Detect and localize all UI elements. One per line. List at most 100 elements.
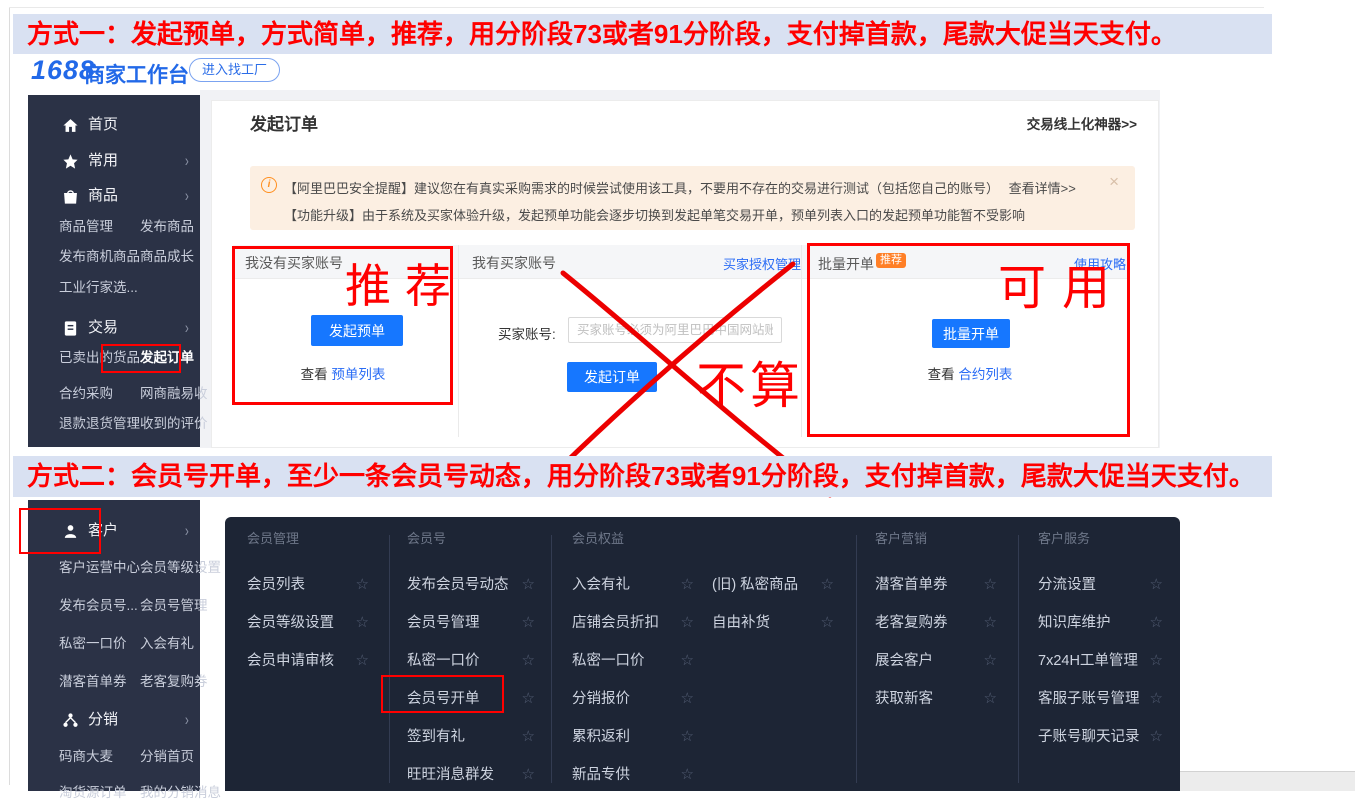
favorite-star-icon[interactable]: ☆ (522, 756, 535, 794)
favorite-star-icon[interactable]: ☆ (522, 566, 535, 604)
red-box-annotation-launch-order (101, 344, 181, 373)
sidebar-link[interactable]: 会员等级设置 (140, 553, 221, 583)
megamenu-item[interactable]: 展会客户☆ (875, 642, 997, 680)
megamenu-item[interactable]: 知识库维护☆ (1038, 604, 1163, 642)
sidebar-item-trade[interactable]: 交易 › (28, 313, 200, 343)
find-factory-link[interactable]: 进入找工厂 (189, 58, 280, 82)
favorite-star-icon[interactable]: ☆ (1150, 566, 1163, 604)
sidebar-link[interactable]: 商品管理 (59, 212, 113, 242)
favorite-star-icon[interactable]: ☆ (821, 604, 834, 642)
favorite-star-icon[interactable]: ☆ (984, 642, 997, 680)
megamenu-item[interactable]: 分销报价☆ (572, 680, 694, 718)
megamenu-item[interactable]: 累积返利☆ (572, 718, 694, 756)
favorite-star-icon[interactable]: ☆ (984, 604, 997, 642)
sidebar-item-distribution[interactable]: 分销 › (28, 705, 200, 735)
sidebar-link[interactable]: 私密一口价 (59, 629, 127, 659)
annotation-not-count: 不算 (696, 346, 804, 418)
megamenu-item[interactable]: 客服子账号管理☆ (1038, 680, 1163, 718)
sidebar-link[interactable]: 会员号管理 (140, 591, 208, 621)
megamenu-item[interactable]: 签到有礼☆ (407, 718, 535, 756)
megamenu-item[interactable]: 会员等级设置☆ (247, 604, 369, 642)
annotation-banner-method1: 方式一：发起预单，方式简单，推荐，用分阶段73或者91分阶段，支付掉首款，尾款大… (13, 14, 1272, 54)
buyer-auth-link[interactable]: 买家授权管理 (723, 254, 801, 273)
megamenu-item[interactable]: 旺旺消息群发☆ (407, 756, 535, 794)
favorite-star-icon[interactable]: ☆ (681, 756, 694, 794)
megamenu-item[interactable]: 私密一口价☆ (572, 642, 694, 680)
favorite-star-icon[interactable]: ☆ (681, 604, 694, 642)
megamenu-item[interactable]: 会员列表☆ (247, 566, 369, 604)
favorite-star-icon[interactable]: ☆ (681, 680, 694, 718)
sidebar-link[interactable]: 淘货源订单 (59, 778, 127, 808)
close-icon[interactable]: × (1109, 172, 1119, 192)
favorite-star-icon[interactable]: ☆ (1150, 604, 1163, 642)
sidebar-link[interactable]: 合约采购 (59, 379, 113, 409)
megamenu-item[interactable]: 会员申请审核☆ (247, 642, 369, 680)
megamenu-item[interactable]: 潜客首单券☆ (875, 566, 997, 604)
megamenu-item[interactable]: 子账号聊天记录☆ (1038, 718, 1163, 756)
megamenu-item[interactable]: 会员号管理☆ (407, 604, 535, 642)
sidebar-item-favorites[interactable]: 常用 › (28, 146, 200, 176)
megamenu-item[interactable]: 发布会员号动态☆ (407, 566, 535, 604)
favorite-star-icon[interactable]: ☆ (356, 642, 369, 680)
trade-online-tool-link[interactable]: 交易线上化神器>> (1027, 113, 1137, 133)
sidebar-top: 首页 常用 › 商品 › 商品管理 发布商品 发布商机商品 商品成长 工业行家选… (28, 95, 200, 447)
sidebar-link[interactable]: 网商融易收 (140, 379, 208, 409)
megamenu-item[interactable]: 7x24H工单管理☆ (1038, 642, 1163, 680)
sidebar-link[interactable]: 潜客首单券 (59, 667, 127, 697)
megamenu-divider (551, 535, 552, 783)
sidebar-link[interactable]: 老客复购券 (140, 667, 208, 697)
sidebar-link[interactable]: 退款退货管理 (59, 409, 140, 439)
sidebar-link[interactable]: 分销首页 (140, 742, 194, 772)
sidebar-link[interactable]: 收到的评价 (140, 409, 208, 439)
sidebar-link[interactable]: 入会有礼 (140, 629, 194, 659)
sidebar-item-home[interactable]: 首页 (28, 110, 200, 140)
buyer-account-input[interactable] (568, 317, 782, 343)
chevron-right-icon: › (185, 181, 189, 211)
favorite-star-icon[interactable]: ☆ (1150, 680, 1163, 718)
favorite-star-icon[interactable]: ☆ (1150, 718, 1163, 756)
favorite-star-icon[interactable]: ☆ (356, 566, 369, 604)
sidebar-link[interactable]: 我的分销消息 (140, 778, 221, 808)
megamenu-item[interactable]: 入会有礼☆ (572, 566, 694, 604)
red-box-annotation-customer (19, 508, 101, 554)
info-icon: i (261, 177, 277, 193)
favorite-star-icon[interactable]: ☆ (522, 680, 535, 718)
favorite-star-icon[interactable]: ☆ (1150, 642, 1163, 680)
annotation-recommend: 推荐 (345, 250, 465, 316)
sidebar-link[interactable]: 码商大麦 (59, 742, 113, 772)
favorite-star-icon[interactable]: ☆ (984, 680, 997, 718)
megamenu-item[interactable]: 老客复购券☆ (875, 604, 997, 642)
star-icon (62, 153, 79, 170)
megamenu-item[interactable]: 自由补货☆ (712, 604, 834, 642)
favorite-star-icon[interactable]: ☆ (984, 566, 997, 604)
sidebar-link[interactable]: 发布商机商品 (59, 242, 140, 272)
sidebar-link[interactable]: 发布会员号... (59, 591, 138, 621)
megamenu-item[interactable]: 店铺会员折扣☆ (572, 604, 694, 642)
chevron-right-icon: › (185, 146, 189, 176)
panel2-title: 我有买家账号 (472, 253, 556, 273)
megamenu-item[interactable]: 分流设置☆ (1038, 566, 1163, 604)
favorite-star-icon[interactable]: ☆ (356, 604, 369, 642)
sidebar-link[interactable]: 商品成长 (140, 242, 194, 272)
megamenu-item[interactable]: (旧) 私密商品☆ (712, 566, 834, 604)
sidebar-link[interactable]: 工业行家选... (59, 273, 138, 303)
alert-details-link[interactable]: 查看详情>> (1009, 181, 1076, 196)
annotation-usable: 可用 (998, 248, 1126, 318)
red-box-annotation-member-order (381, 675, 504, 713)
megamenu-col-member-rights-b: (旧) 私密商品☆ 自由补货☆ (712, 566, 834, 642)
favorite-star-icon[interactable]: ☆ (681, 566, 694, 604)
favorite-star-icon[interactable]: ☆ (522, 642, 535, 680)
favorite-star-icon[interactable]: ☆ (821, 566, 834, 604)
megamenu-item[interactable]: 新品专供☆ (572, 756, 694, 794)
favorite-star-icon[interactable]: ☆ (681, 642, 694, 680)
favorite-star-icon[interactable]: ☆ (522, 604, 535, 642)
chevron-right-icon: › (185, 516, 189, 546)
sidebar-link[interactable]: 发布商品 (140, 212, 194, 242)
sidebar-item-products[interactable]: 商品 › (28, 181, 200, 211)
sidebar-link[interactable]: 客户运营中心 (59, 553, 140, 583)
megamenu-item[interactable]: 获取新客☆ (875, 680, 997, 718)
favorite-star-icon[interactable]: ☆ (681, 718, 694, 756)
favorite-star-icon[interactable]: ☆ (522, 718, 535, 756)
launch-order-button[interactable]: 发起订单 (567, 362, 657, 392)
chevron-right-icon: › (185, 705, 189, 735)
